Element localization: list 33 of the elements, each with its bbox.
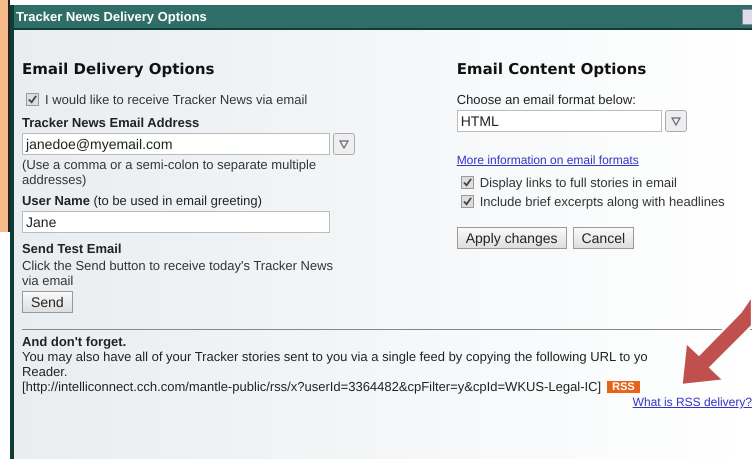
- name-field[interactable]: Jane: [22, 211, 330, 233]
- hint-text: (Use a comma or a semi-colon to separate multiple addresses): [22, 157, 318, 187]
- send-button[interactable]: Send: [22, 291, 73, 313]
- dropdown-button[interactable]: [333, 133, 355, 155]
- rss-help-link[interactable]: What is RSS delivery?: [632, 395, 752, 409]
- footer-text: Reader.: [22, 364, 69, 379]
- section-label: Send Test Email: [22, 241, 122, 256]
- field-label: User Name (to be used in email greeting): [22, 193, 263, 208]
- footer-heading: And don't forget.: [22, 334, 128, 349]
- format-field[interactable]: HTML: [456, 110, 662, 132]
- action-button[interactable]: Apply changes: [456, 227, 567, 249]
- section-heading: Email Content Options: [456, 60, 648, 78]
- email-field[interactable]: janedoe@myemail.com: [22, 133, 330, 155]
- section-heading: Email Delivery Options: [22, 60, 216, 78]
- checkbox[interactable]: [460, 176, 474, 189]
- triangle-icon: [670, 116, 681, 126]
- checkbox-label: I would like to receive Tracker News via email: [45, 92, 308, 107]
- instruction-text: Click the Send button to receive today's Tracker News via email: [22, 258, 334, 288]
- checkbox-label: Display links to full stories in email: [480, 175, 677, 190]
- field-label: Tracker News Email Address: [22, 115, 200, 130]
- checkbox-label: Include brief excerpts along with headlines: [480, 194, 725, 209]
- action-button[interactable]: Cancel: [572, 227, 634, 249]
- close-button[interactable]: [742, 8, 752, 24]
- field-label: Choose an email format below:: [456, 92, 637, 107]
- rss-badge: RSS: [607, 380, 640, 392]
- info-link[interactable]: More information on email formats: [456, 153, 639, 167]
- feed-url: [http://intelliconnect.cch.com/mantle-public/rss/x?userId=3364482&cpFilter=y&cpId=WKUS-Legal-IC]: [22, 379, 602, 394]
- checkbox[interactable]: [460, 195, 474, 208]
- checkbox[interactable]: [26, 93, 39, 106]
- window-title: Tracker News Delivery Options: [16, 9, 207, 24]
- triangle-icon: [339, 140, 349, 148]
- footer-text: You may also have all of your Tracker stories sent to you via a single feed by copying the following URL to yo: [22, 349, 649, 364]
- dropdown-button[interactable]: [664, 110, 687, 132]
